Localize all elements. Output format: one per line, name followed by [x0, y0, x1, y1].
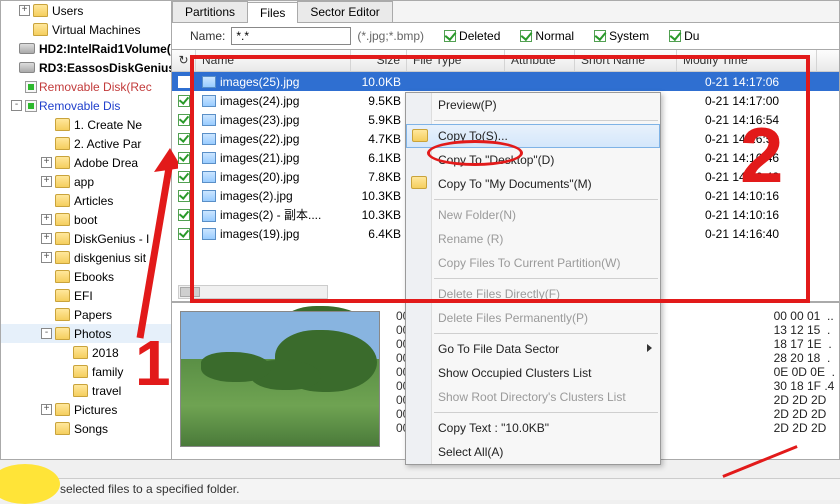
- tree-item[interactable]: Virtual Machines: [1, 20, 171, 39]
- menu-goto-file-data-sector[interactable]: Go To File Data Sector: [406, 337, 660, 361]
- menu-show-occupied-clusters[interactable]: Show Occupied Clusters List: [406, 361, 660, 385]
- image-file-icon: [202, 210, 216, 222]
- menu-delete-directly: Delete Files Directly(F): [406, 282, 660, 306]
- tab-partitions[interactable]: Partitions: [172, 1, 248, 22]
- tree-item[interactable]: EFI: [1, 286, 171, 305]
- recover-icon[interactable]: ↻: [172, 50, 196, 71]
- image-file-icon: [202, 152, 216, 164]
- menu-copy-to[interactable]: Copy To(S)...: [406, 124, 660, 148]
- tree-item[interactable]: +boot: [1, 210, 171, 229]
- row-checkbox[interactable]: [178, 152, 190, 164]
- deleted-checkbox[interactable]: Deleted: [444, 29, 500, 43]
- tab-bar: Partitions Files Sector Editor: [172, 1, 839, 23]
- menu-copy-current-partition: Copy Files To Current Partition(W): [406, 251, 660, 275]
- row-checkbox[interactable]: [178, 95, 190, 107]
- tree-item[interactable]: HD2:IntelRaid1Volume(1: [1, 39, 171, 58]
- context-menu: Preview(P) Copy To(S)... Copy To "Deskto…: [405, 92, 661, 465]
- col-name[interactable]: Name: [196, 50, 351, 71]
- status-bar: selected files to a specified folder.: [0, 478, 840, 500]
- col-filetype[interactable]: File Type: [407, 50, 505, 71]
- tree-item[interactable]: +diskgenius sit: [1, 248, 171, 267]
- normal-checkbox[interactable]: Normal: [520, 29, 574, 43]
- menu-rename: Rename (R): [406, 227, 660, 251]
- menu-copy-mydocs[interactable]: Copy To "My Documents"(M): [406, 172, 660, 196]
- tree-item[interactable]: 2. Active Par: [1, 134, 171, 153]
- menu-show-root-clusters: Show Root Directory's Clusters List: [406, 385, 660, 409]
- col-attribute[interactable]: Attribute: [505, 50, 575, 71]
- tree-item[interactable]: travel: [1, 381, 171, 400]
- row-checkbox[interactable]: [178, 171, 190, 183]
- name-filter-input[interactable]: [231, 27, 351, 45]
- menu-delete-permanently: Delete Files Permanently(P): [406, 306, 660, 330]
- image-file-icon: [202, 133, 216, 145]
- menu-preview[interactable]: Preview(P): [406, 93, 660, 117]
- dup-checkbox[interactable]: Du: [669, 29, 699, 43]
- tree-item[interactable]: 1. Create Ne: [1, 115, 171, 134]
- tree-item[interactable]: family: [1, 362, 171, 381]
- row-checkbox[interactable]: [178, 228, 190, 240]
- tree-item[interactable]: Articles: [1, 191, 171, 210]
- tree-item[interactable]: Papers: [1, 305, 171, 324]
- file-list-header: ↻ Name Size File Type Attribute Short Na…: [172, 50, 839, 72]
- filter-ext-hint: (*.jpg;*.bmp): [357, 29, 424, 43]
- name-filter-label: Name:: [190, 29, 225, 43]
- image-file-icon: [202, 76, 216, 88]
- image-file-icon: [202, 114, 216, 126]
- submenu-arrow-icon: [647, 344, 652, 352]
- row-checkbox[interactable]: [178, 133, 190, 145]
- tree-item[interactable]: +DiskGenius - I: [1, 229, 171, 248]
- file-row[interactable]: images(25).jpg10.0KB0-21 14:17:06: [172, 72, 839, 91]
- tree-item[interactable]: +Users: [1, 1, 171, 20]
- tree-item[interactable]: RD3:EassosDiskGenius(1: [1, 58, 171, 77]
- tab-sector-editor[interactable]: Sector Editor: [297, 1, 392, 22]
- tree-item[interactable]: +Pictures: [1, 400, 171, 419]
- system-checkbox[interactable]: System: [594, 29, 649, 43]
- image-file-icon: [202, 228, 216, 240]
- row-checkbox[interactable]: [178, 190, 190, 202]
- filter-bar: Name: (*.jpg;*.bmp) Deleted Normal Syste…: [172, 23, 839, 49]
- tree-item[interactable]: Removable Disk(Rec: [1, 77, 171, 96]
- tree-item[interactable]: +app: [1, 172, 171, 191]
- image-preview: [172, 303, 392, 461]
- folder-tree[interactable]: +UsersVirtual MachinesHD2:IntelRaid1Volu…: [0, 0, 172, 460]
- tree-item[interactable]: -Photos: [1, 324, 171, 343]
- horizontal-scrollbar[interactable]: [178, 285, 328, 299]
- menu-copy-desktop[interactable]: Copy To "Desktop"(D): [406, 148, 660, 172]
- image-file-icon: [202, 190, 216, 202]
- image-file-icon: [202, 95, 216, 107]
- row-checkbox[interactable]: [178, 114, 190, 126]
- tree-item[interactable]: Ebooks: [1, 267, 171, 286]
- col-size[interactable]: Size: [351, 50, 407, 71]
- menu-select-all[interactable]: Select All(A): [406, 440, 660, 464]
- menu-new-folder: New Folder(N): [406, 203, 660, 227]
- col-shortname[interactable]: Short Name: [575, 50, 677, 71]
- row-checkbox[interactable]: [178, 76, 190, 88]
- tab-files[interactable]: Files: [247, 2, 298, 23]
- tree-item[interactable]: +Adobe Drea: [1, 153, 171, 172]
- image-file-icon: [202, 171, 216, 183]
- tree-item[interactable]: -Removable Dis: [1, 96, 171, 115]
- tree-item[interactable]: Songs: [1, 419, 171, 438]
- menu-copy-text[interactable]: Copy Text : "10.0KB": [406, 416, 660, 440]
- row-checkbox[interactable]: [178, 209, 190, 221]
- tree-item[interactable]: 2018: [1, 343, 171, 362]
- col-modifytime[interactable]: Modify Time: [677, 50, 817, 71]
